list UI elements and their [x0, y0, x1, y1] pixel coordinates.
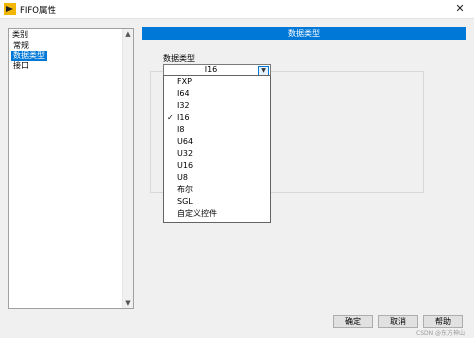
labview-app-icon: [4, 3, 16, 15]
dropdown-option-boolean[interactable]: 布尔: [164, 184, 270, 196]
category-list[interactable]: 类别 常规 数据类型 接口 ▲ ▼: [8, 28, 134, 309]
dropdown-option-fxp[interactable]: FXP: [164, 76, 270, 88]
close-icon: ✕: [455, 2, 465, 15]
section-title-banner: 数据类型: [142, 27, 466, 40]
checkmark-icon: ✓: [167, 113, 174, 122]
data-type-label: 数据类型: [163, 54, 195, 63]
dropdown-option-sgl[interactable]: SGL: [164, 196, 270, 208]
help-button[interactable]: 帮助: [423, 315, 463, 328]
dropdown-option-i16[interactable]: ✓ I16: [164, 112, 270, 124]
data-type-select-value: I16: [204, 65, 218, 74]
category-item-data-type[interactable]: 数据类型: [11, 51, 47, 61]
scroll-down-icon[interactable]: ▼: [123, 298, 133, 308]
scroll-up-icon[interactable]: ▲: [123, 29, 133, 39]
ok-button[interactable]: 确定: [333, 315, 373, 328]
dropdown-option-i8[interactable]: I8: [164, 124, 270, 136]
dropdown-option-i32[interactable]: I32: [164, 100, 270, 112]
window-title: FIFO属性: [20, 6, 56, 16]
cancel-button[interactable]: 取消: [378, 315, 418, 328]
close-button[interactable]: ✕: [446, 0, 474, 18]
title-bar: FIFO属性 ✕: [0, 0, 474, 19]
category-item-general[interactable]: 常规: [11, 41, 31, 51]
category-list-header: 类别: [12, 30, 28, 39]
category-list-scrollbar[interactable]: ▲ ▼: [122, 29, 133, 308]
watermark-text: CSDN @东方神山: [416, 330, 466, 337]
dropdown-option-i64[interactable]: I64: [164, 88, 270, 100]
dropdown-option-u32[interactable]: U32: [164, 148, 270, 160]
dropdown-option-u64[interactable]: U64: [164, 136, 270, 148]
dropdown-option-u8[interactable]: U8: [164, 172, 270, 184]
dropdown-option-u16[interactable]: U16: [164, 160, 270, 172]
dropdown-option-custom-control[interactable]: 自定义控件: [164, 208, 270, 220]
data-type-dropdown-list[interactable]: FXP I64 I32 ✓ I16 I8 U64 U32 U16 U8 布尔 S…: [163, 75, 271, 223]
category-item-interface[interactable]: 接口: [11, 61, 31, 71]
